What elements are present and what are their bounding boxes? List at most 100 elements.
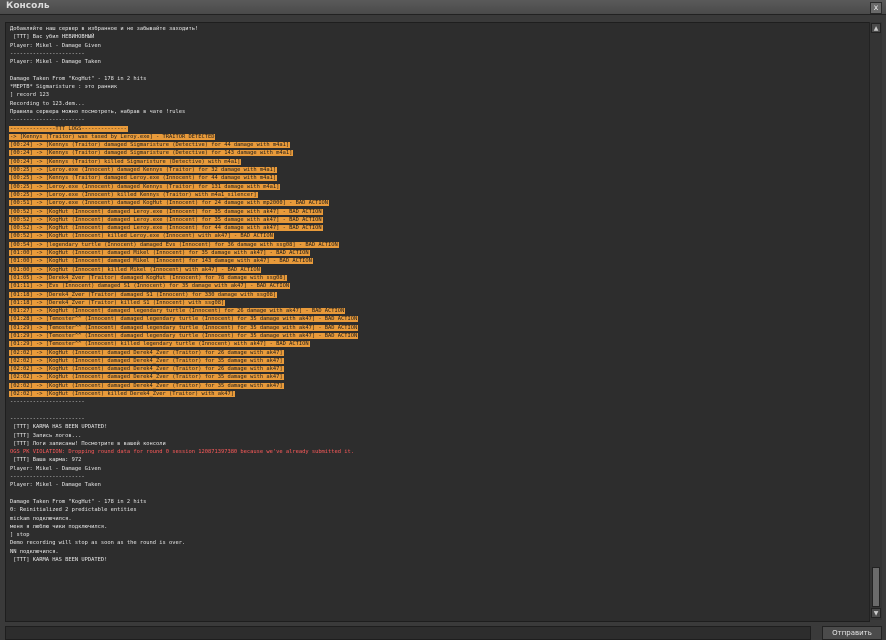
console-line: [01:00] -> [KogHut (Innocent) killed Mik… [9, 266, 864, 274]
console-line-text: NN подключился. [10, 548, 59, 555]
scrollbar[interactable]: ▲ ▼ [869, 22, 882, 620]
console-lines: Добавляйте наш сервер в избранное и не з… [9, 25, 864, 564]
console-line-text: OGS PK VIOLATION: Dropping round data fo… [10, 449, 355, 456]
console-line-text: -> [Kennys (Traitor) was tased by Leroy.… [9, 133, 216, 140]
command-input[interactable] [5, 626, 811, 640]
console-line-text: --------------TTT LOGS-------------- [9, 125, 128, 132]
title-bar[interactable]: Консоль x [0, 0, 886, 15]
console-line: [00:24] -> [Kennys (Traitor) damaged Sig… [9, 141, 864, 149]
console-line: [00:24] -> [Kennys (Traitor) killed Sigm… [9, 158, 864, 166]
console-line-text: [02:02] -> [KogHut (Innocent) damaged De… [9, 357, 284, 364]
console-line: Damage Taken From "KogHut" - 178 in 2 hi… [9, 498, 864, 506]
console-line: [01:00] -> [KogHut (Innocent) damaged Mi… [9, 249, 864, 257]
console-line: ] record 123 [9, 91, 864, 99]
console-line: [00:52] -> [KogHut (Innocent) damaged Le… [9, 208, 864, 216]
console-line: --------------TTT LOGS-------------- [9, 125, 864, 133]
console-line-text: [01:29] -> [Temoster^^ (Innocent) killed… [9, 341, 310, 348]
console-line: [02:02] -> [KogHut (Innocent) damaged De… [9, 382, 864, 390]
console-line: Demo recording will stop as soon as the … [9, 539, 864, 547]
console-line: [TTT] KARMA HAS BEEN UPDATED! [9, 423, 864, 431]
console-line-text: [01:00] -> [KogHut (Innocent) killed Mik… [9, 266, 261, 273]
console-line: [02:02] -> [KogHut (Innocent) killed Der… [9, 390, 864, 398]
console-line: [01:28] -> [Temoster^^ (Innocent) damage… [9, 315, 864, 323]
console-line-text: [TTT] Логи записаны! Посмотрите в вашей … [10, 440, 166, 447]
console-window: Консоль x Добавляйте наш сервер в избран… [0, 0, 886, 640]
scroll-down-icon[interactable]: ▼ [871, 608, 881, 618]
console-line: Правила сервера можно посмотреть, набрав… [9, 108, 864, 116]
console-line: [02:02] -> [KogHut (Innocent) damaged De… [9, 373, 864, 381]
console-line: mickam подключился. [9, 515, 864, 523]
console-line-text: Правила сервера можно посмотреть, набрав… [10, 108, 186, 115]
console-line-text: [01:18] -> [Derek4_Zver (Traitor) killed… [9, 299, 226, 306]
console-line-text: [02:02] -> [KogHut (Innocent) damaged De… [9, 374, 284, 381]
console-line: [01:29] -> [Temoster^^ (Innocent) killed… [9, 340, 864, 348]
console-line: ] stop [9, 531, 864, 539]
console-line: [00:52] -> [KogHut (Innocent) damaged Le… [9, 224, 864, 232]
console-line-text: [TTT] Запись логов... [10, 432, 82, 439]
console-line: *MEPTB* Sigmaristure : это ранник [9, 83, 864, 91]
console-line-text: [00:24] -> [Kennys (Traitor) damaged Sig… [9, 142, 291, 149]
console-line: [TTT] Ваша карма: 972 [9, 456, 864, 464]
console-line [9, 407, 864, 415]
console-line: ----------------------- [9, 398, 864, 406]
scrollbar-thumb[interactable] [872, 567, 880, 607]
console-line: [00:25] -> [Leroy.exe (Innocent) killed … [9, 191, 864, 199]
console-line: NN подключился. [9, 548, 864, 556]
console-line-text: [02:02] -> [KogHut (Innocent) damaged De… [9, 349, 284, 356]
console-line-text: [00:52] -> [KogHut (Innocent) killed Ler… [9, 233, 274, 240]
console-line: ----------------------- [9, 415, 864, 423]
console-line: Добавляйте наш сервер в избранное и не з… [9, 25, 864, 33]
console-line-text: [00:25] -> [Leroy.exe (Innocent) damaged… [9, 183, 281, 190]
console-line: [02:02] -> [KogHut (Innocent) damaged De… [9, 365, 864, 373]
console-line: [01:27] -> [KogHut (Innocent) damaged le… [9, 307, 864, 315]
console-line: [00:24] -> [Kennys (Traitor) damaged Sig… [9, 149, 864, 157]
console-line: Recording to 123.dem... [9, 100, 864, 108]
console-line-text: Damage Taken From "KogHut" - 178 in 2 hi… [10, 75, 147, 82]
console-line-text [9, 67, 11, 73]
console-line: [01:18] -> [Derek4_Zver (Traitor) damage… [9, 291, 864, 299]
console-line-text: Player: Mikel - Damage Taken [10, 482, 101, 489]
console-line-text: [01:28] -> [Temoster^^ (Innocent) damage… [9, 316, 359, 323]
console-line-text: Recording to 123.dem... [10, 100, 85, 107]
send-button[interactable]: Отправить [822, 626, 882, 640]
console-line: [01:29] -> [Temoster^^ (Innocent) damage… [9, 324, 864, 332]
console-line-text [9, 408, 11, 414]
console-line: [00:51] -> [Leroy.exe (Innocent) damaged… [9, 199, 864, 207]
console-line-text: [TTT] KARMA HAS BEEN UPDATED! [10, 557, 108, 563]
console-line: [01:18] -> [Derek4_Zver (Traitor) killed… [9, 299, 864, 307]
console-line-text: [01:29] -> [Temoster^^ (Innocent) damage… [9, 332, 359, 339]
console-line: Player: Mikel - Damage Taken [9, 481, 864, 489]
console-line-text: [01:27] -> [KogHut (Innocent) damaged le… [9, 308, 346, 315]
console-line-text: ] record 123 [10, 92, 49, 99]
console-line [9, 66, 864, 74]
console-line: [TTT] KARMA HAS BEEN UPDATED! [9, 556, 864, 564]
console-line-text: ----------------------- [10, 117, 85, 124]
console-line: [00:25] -> [Kennys (Traitor) damaged Ler… [9, 174, 864, 182]
console-line: ----------------------- [9, 473, 864, 481]
console-line: [01:00] -> [KogHut (Innocent) damaged Mi… [9, 257, 864, 265]
console-line: [02:02] -> [KogHut (Innocent) damaged De… [9, 349, 864, 357]
console-line: меня я люблю чики подключился. [9, 523, 864, 531]
console-line: [00:54] -> [legendary turtle (Innocent) … [9, 241, 864, 249]
console-line-text: [00:52] -> [KogHut (Innocent) damaged Le… [9, 225, 323, 232]
console-line-text: [00:24] -> [Kennys (Traitor) damaged Sig… [9, 150, 294, 157]
console-line: OGS PK VIOLATION: Dropping round data fo… [9, 448, 864, 456]
console-line: ----------------------- [9, 116, 864, 124]
console-line-text: [01:05] -> [Derek4_Zver (Traitor) damage… [9, 274, 287, 281]
console-output[interactable]: Добавляйте наш сервер в избранное и не з… [5, 22, 870, 622]
console-line: [01:11] -> [Evs (Innocent) damaged S1 (I… [9, 282, 864, 290]
console-line: 0: Reinitialized 2 predictable entities [9, 506, 864, 514]
console-line-text: ] stop [10, 532, 30, 539]
console-line-text [9, 491, 11, 497]
console-line-text: [02:02] -> [KogHut (Innocent) killed Der… [9, 391, 235, 398]
console-line: [TTT] Запись логов... [9, 432, 864, 440]
console-line-text: Demo recording will stop as soon as the … [10, 540, 186, 547]
console-line-text: Player: Mikel - Damage Given [10, 42, 101, 49]
console-line-text: ----------------------- [10, 399, 85, 406]
close-icon[interactable]: x [870, 2, 882, 14]
console-line-text: [01:00] -> [KogHut (Innocent) damaged Mi… [9, 250, 310, 257]
console-line-text: [00:25] -> [Leroy.exe (Innocent) damaged… [9, 167, 278, 174]
scroll-up-icon[interactable]: ▲ [871, 23, 881, 33]
console-line-text: [TTT] Вас убил НЕВИНОВНЫЙ [10, 34, 95, 41]
console-line: ----------------------- [9, 50, 864, 58]
